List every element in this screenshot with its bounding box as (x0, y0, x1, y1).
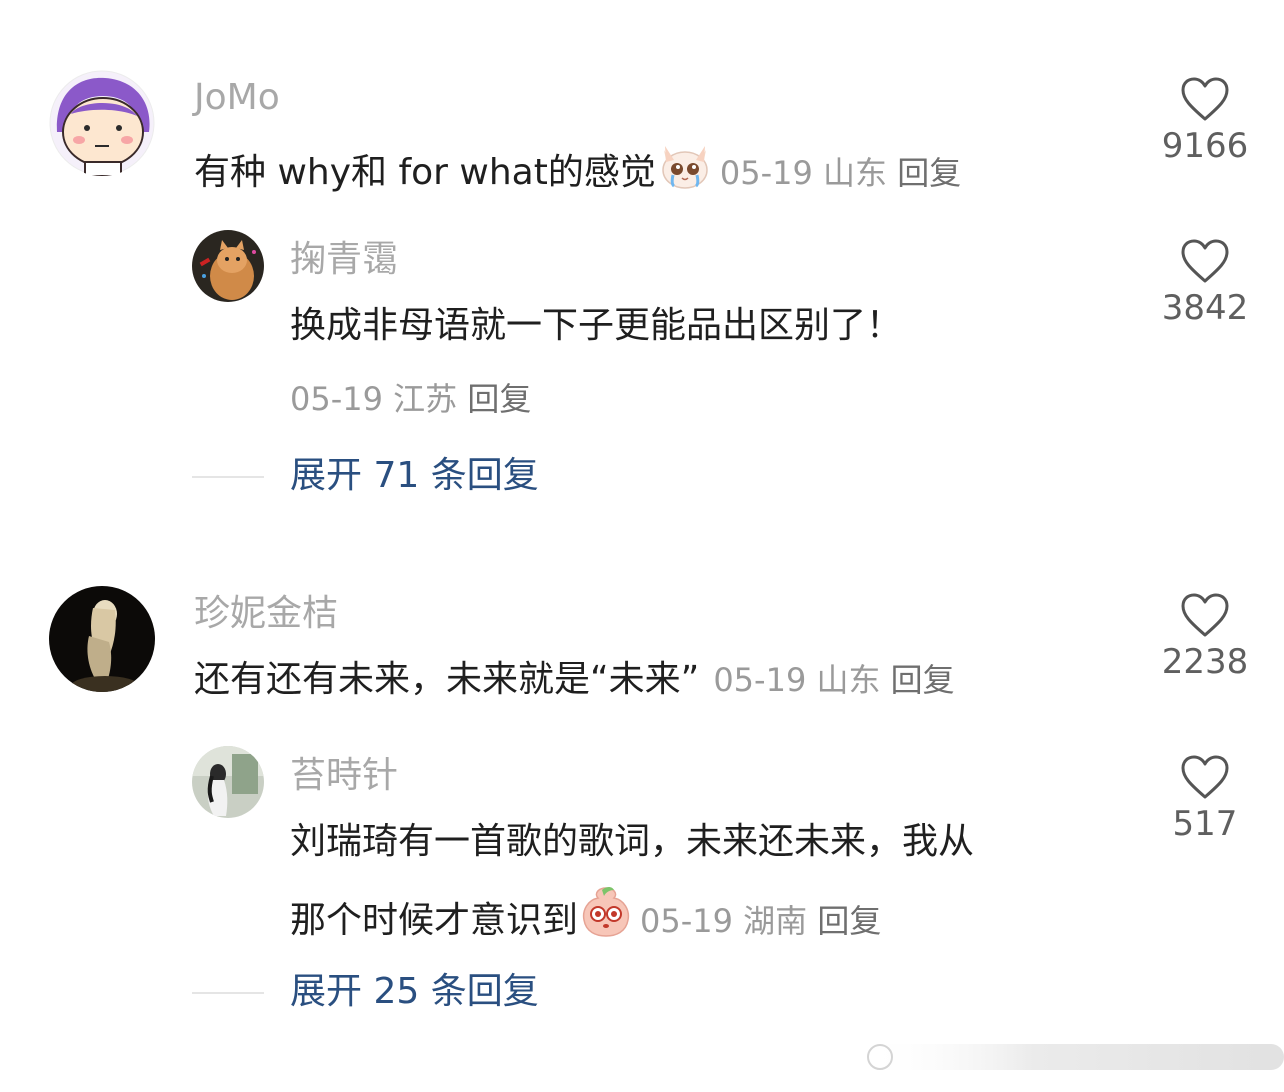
reply-button[interactable]: 回复 (897, 154, 961, 192)
comment-date: 05-19 (713, 661, 807, 699)
avatar-jomo[interactable] (49, 70, 155, 176)
avatar-zhenni[interactable] (49, 586, 155, 692)
reply-text-line1: 刘瑞琦有一首歌的歌词，未来还未来，我从 (290, 821, 975, 862)
watermark (864, 1034, 1284, 1080)
comment-location: 山东 (816, 661, 881, 699)
reply-like-button[interactable]: 3842 (1130, 238, 1280, 328)
comment-text-row: 还有还有未来，未来就是“未来” 05-19 山东 回复 (194, 656, 955, 704)
comment-meta: 05-19 山东 回复 (713, 661, 954, 699)
comment-username[interactable]: 珍妮金桔 (194, 592, 338, 636)
like-count: 3842 (1161, 288, 1249, 328)
expand-divider (192, 992, 264, 994)
reply-username[interactable]: 掬青霭 (290, 238, 398, 282)
like-count: 9166 (1161, 126, 1249, 166)
heart-outline-icon[interactable] (1180, 238, 1230, 284)
comment-text: 有种 why和 for what的感觉 (194, 152, 656, 193)
reply-button[interactable]: 回复 (467, 380, 531, 418)
like-button[interactable]: 9166 (1130, 76, 1280, 166)
avatar-reply[interactable] (192, 746, 264, 818)
reply-location: 江苏 (393, 380, 458, 418)
peach-face-emoji-icon (580, 884, 632, 951)
reply-text: 换成非母语就一下子更能品出区别了！ (290, 305, 903, 346)
comment-location: 山东 (823, 154, 888, 192)
expand-replies-button[interactable]: 展开 25 条回复 (290, 970, 539, 1014)
comment-text: 还有还有未来，未来就是“未来” (194, 659, 700, 700)
crying-cat-emoji-icon (658, 140, 712, 203)
like-count: 517 (1172, 804, 1238, 844)
expand-divider (192, 476, 264, 478)
comment-text-row: 有种 why和 for what的感觉 05-19 山东 回复 (194, 140, 961, 203)
avatar-reply[interactable] (192, 230, 264, 302)
like-button[interactable]: 2238 (1130, 592, 1280, 682)
comment-username[interactable]: JoMo (194, 76, 280, 120)
reply-like-button[interactable]: 517 (1130, 754, 1280, 844)
reply-text-line2: 那个时候才意识到 (290, 900, 579, 941)
heart-outline-icon[interactable] (1180, 592, 1230, 638)
expand-replies-button[interactable]: 展开 71 条回复 (290, 454, 539, 498)
heart-outline-icon[interactable] (1180, 754, 1230, 800)
reply-username[interactable]: 苔時针 (290, 754, 398, 798)
reply-button[interactable]: 回复 (817, 902, 881, 940)
reply-date: 05-19 (640, 902, 733, 940)
like-count: 2238 (1161, 642, 1249, 682)
reply-button[interactable]: 回复 (891, 661, 955, 699)
comment-meta: 05-19 山东 回复 (720, 154, 961, 192)
reply-meta: 05-19 江苏 回复 (290, 374, 531, 420)
heart-outline-icon[interactable] (1180, 76, 1230, 122)
reply-date: 05-19 (290, 380, 383, 418)
comment-date: 05-19 (719, 154, 813, 192)
reply-meta: 05-19 湖南 回复 (640, 902, 881, 940)
reply-location: 湖南 (743, 902, 808, 940)
reply-text-row2: 那个时候才意识到 05-19 湖南 回复 (290, 884, 881, 951)
